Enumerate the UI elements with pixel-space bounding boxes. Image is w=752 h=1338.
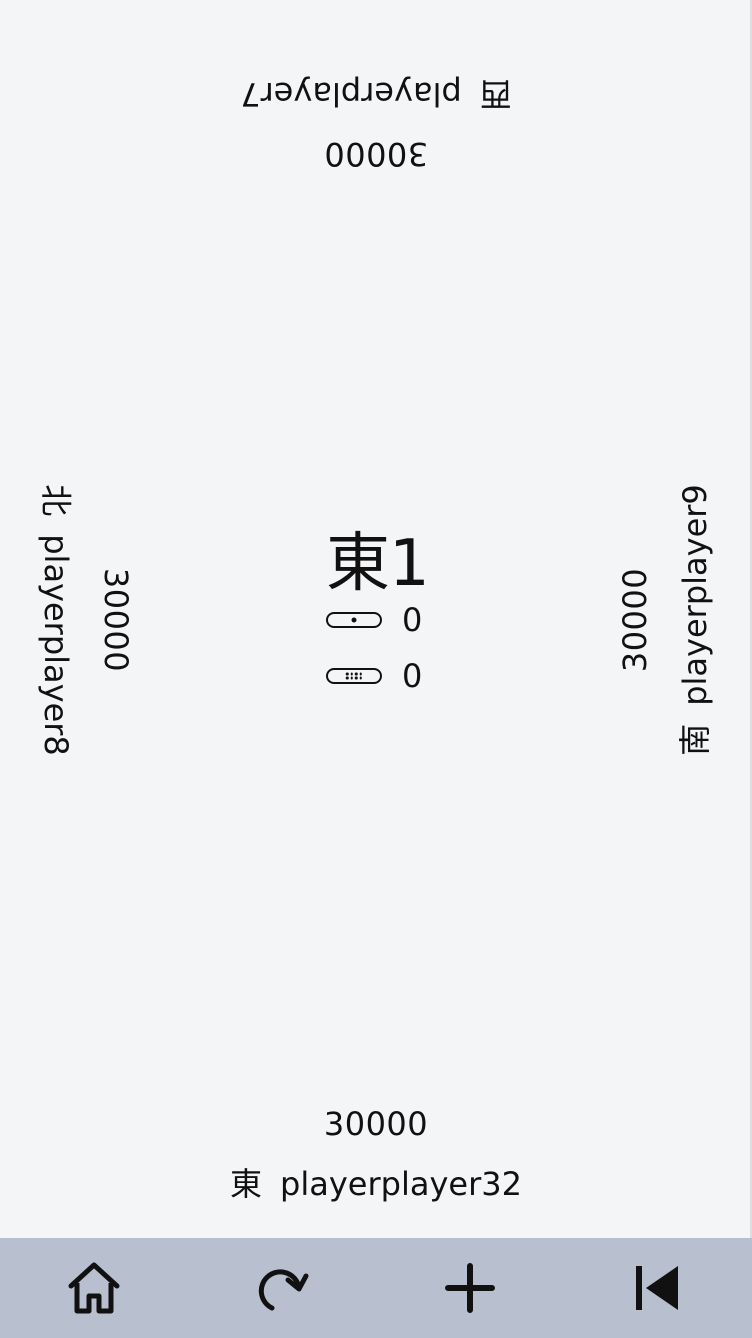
skip-back-button[interactable] [626,1256,690,1320]
player-right-wind: 南 [676,723,714,756]
home-button[interactable] [62,1256,126,1320]
player-left-score: 30000 [97,567,135,673]
round-label: 東1 [326,527,430,601]
player-left-name-line: 北 playerplayer8 [36,370,76,870]
player-left: 30000 北 playerplayer8 [36,370,136,870]
honba-count: 0 [402,601,423,639]
bottom-toolbar [0,1238,752,1338]
add-button[interactable] [438,1256,502,1320]
redo-button[interactable] [250,1256,314,1320]
player-bottom-name-line: 東 playerplayer32 [0,1164,752,1204]
player-top-score: 30000 [323,135,429,173]
thousand-point-stick-icon [326,668,382,684]
plus-icon [445,1263,495,1313]
player-bottom-score: 30000 [323,1105,429,1143]
player-bottom-wind: 東 [230,1165,263,1203]
round-info: 東1 0 0 [326,528,446,696]
player-right-name-line: 南 playerplayer9 [675,370,715,870]
player-right-score: 30000 [616,567,654,673]
player-right: 30000 南 playerplayer9 [615,370,715,870]
riichi-row: 0 [326,656,446,696]
player-left-name: playerplayer8 [37,534,75,756]
player-top-name: playerplayer7 [240,75,462,113]
redo-icon [258,1269,309,1311]
player-right-name: playerplayer9 [676,484,714,706]
player-top: 30000 西 playerplayer7 [126,74,626,174]
player-bottom-name: playerplayer32 [280,1165,522,1203]
honba-row: 0 [326,600,446,640]
player-left-wind: 北 [37,484,75,517]
riichi-count: 0 [402,657,423,695]
skip-back-icon [636,1266,678,1310]
player-bottom: 30000 東 playerplayer32 [0,1104,752,1204]
hundred-point-stick-icon [326,612,382,628]
player-top-wind: 西 [479,75,512,113]
home-icon [68,1262,120,1314]
player-top-name-line: 西 playerplayer7 [126,74,626,114]
